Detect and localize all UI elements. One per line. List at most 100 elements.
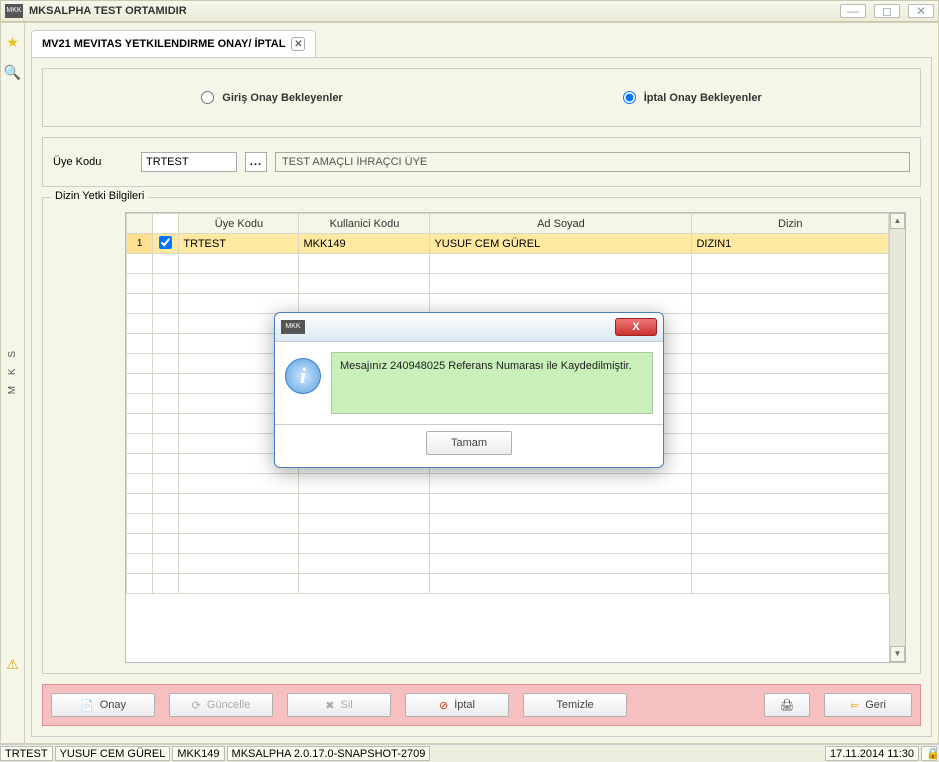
cell-uye	[179, 274, 299, 294]
onay-button[interactable]: 📄 Onay	[51, 693, 155, 717]
window-minimize-button[interactable]: —	[840, 4, 866, 18]
left-sidebar: ★ 🔍 M K S ⚠	[1, 23, 25, 743]
table-row[interactable]	[127, 554, 889, 574]
col-header-kul[interactable]: Kullanici Kodu	[299, 214, 430, 234]
dialog-close-button[interactable]: X	[615, 318, 657, 336]
cell-kul	[299, 474, 430, 494]
radio-giris-onay[interactable]: Giriş Onay Bekleyenler	[201, 91, 342, 104]
cell-diz: DIZIN1	[692, 234, 889, 254]
cell-ad	[430, 514, 692, 534]
scroll-up-button[interactable]: ▲	[890, 213, 905, 229]
table-row[interactable]	[127, 274, 889, 294]
row-checkbox-cell	[153, 474, 179, 494]
tab-close-icon[interactable]: ✕	[291, 37, 305, 51]
row-number	[127, 414, 153, 434]
col-header-check	[153, 214, 179, 234]
row-number	[127, 554, 153, 574]
cell-ad	[430, 254, 692, 274]
geri-button[interactable]: ⇐ Geri	[824, 693, 912, 717]
onay-button-label: Onay	[100, 699, 126, 711]
cell-kul	[299, 254, 430, 274]
row-checkbox[interactable]	[159, 236, 172, 249]
row-checkbox-cell	[153, 494, 179, 514]
print-button[interactable]: 🖨	[764, 693, 810, 717]
row-number	[127, 454, 153, 474]
table-row[interactable]	[127, 254, 889, 274]
tab-mv21[interactable]: MV21 MEVITAS YETKILENDIRME ONAY/ İPTAL ✕	[31, 30, 316, 57]
uye-kodu-label: Üye Kodu	[53, 156, 133, 168]
action-button-bar: 📄 Onay ⟳ Güncelle ✖ Sil ⊘ İptal Temizle	[42, 684, 921, 726]
cell-diz	[692, 434, 889, 454]
cell-diz	[692, 374, 889, 394]
row-number	[127, 374, 153, 394]
table-row[interactable]	[127, 534, 889, 554]
col-header-ad[interactable]: Ad Soyad	[430, 214, 692, 234]
cell-diz	[692, 514, 889, 534]
table-row[interactable]: 1TRTESTMKK149YUSUF CEM GÜRELDIZIN1	[127, 234, 889, 254]
cell-diz	[692, 414, 889, 434]
uye-kodu-lookup-button[interactable]: ...	[245, 152, 267, 172]
app-logo-icon: MKK	[5, 4, 23, 18]
warning-icon[interactable]: ⚠	[4, 655, 22, 673]
status-datetime: 17.11.2014 11:30	[825, 746, 919, 761]
cell-kul	[299, 274, 430, 294]
status-bar: TRTEST YUSUF CEM GÜREL MKK149 MKSALPHA 2…	[0, 744, 939, 762]
uye-desc-field	[275, 152, 910, 172]
row-checkbox-cell	[153, 514, 179, 534]
temizle-button-label: Temizle	[556, 699, 593, 711]
table-row[interactable]	[127, 514, 889, 534]
cell-uye	[179, 294, 299, 314]
dialog-ok-button[interactable]: Tamam	[426, 431, 512, 455]
table-row[interactable]	[127, 494, 889, 514]
row-number	[127, 314, 153, 334]
table-row[interactable]	[127, 574, 889, 594]
row-checkbox-cell	[153, 454, 179, 474]
row-number	[127, 514, 153, 534]
status-uye: TRTEST	[0, 746, 53, 761]
row-checkbox-cell	[153, 574, 179, 594]
temizle-button[interactable]: Temizle	[523, 693, 627, 717]
dialog-logo-icon: MKK	[281, 320, 305, 334]
cell-uye	[179, 574, 299, 594]
star-icon[interactable]: ★	[4, 33, 22, 51]
cell-uye	[179, 474, 299, 494]
radio-giris-input[interactable]	[201, 91, 214, 104]
row-number	[127, 354, 153, 374]
cell-ad	[430, 534, 692, 554]
cell-diz	[692, 354, 889, 374]
radio-iptal-input[interactable]	[623, 91, 636, 104]
scroll-down-button[interactable]: ▼	[890, 646, 905, 662]
table-row[interactable]	[127, 474, 889, 494]
col-header-diz[interactable]: Dizin	[692, 214, 889, 234]
row-checkbox-cell	[153, 534, 179, 554]
lock-icon[interactable]: 🔒	[921, 746, 937, 761]
refresh-icon: ⟳	[192, 699, 201, 712]
row-number	[127, 494, 153, 514]
col-header-uye[interactable]: Üye Kodu	[179, 214, 299, 234]
cell-diz	[692, 334, 889, 354]
window-maximize-button[interactable]: ◻	[874, 4, 900, 18]
onay-type-radio-group: Giriş Onay Bekleyenler İptal Onay Bekley…	[42, 68, 921, 127]
cell-kul	[299, 574, 430, 594]
row-number	[127, 294, 153, 314]
radio-iptal-onay[interactable]: İptal Onay Bekleyenler	[623, 91, 762, 104]
iptal-button[interactable]: ⊘ İptal	[405, 693, 509, 717]
cell-diz	[692, 574, 889, 594]
sil-button[interactable]: ✖ Sil	[287, 693, 391, 717]
row-number	[127, 574, 153, 594]
uye-kodu-row: Üye Kodu ...	[42, 137, 921, 187]
cell-diz	[692, 314, 889, 334]
window-close-button[interactable]: ✕	[908, 4, 934, 18]
cell-uye	[179, 554, 299, 574]
info-icon: i	[285, 358, 321, 394]
search-icon[interactable]: 🔍	[4, 63, 22, 81]
dialog-titlebar[interactable]: MKK X	[275, 313, 663, 341]
info-dialog: MKK X i Mesajınız 240948025 Referans Num…	[274, 312, 664, 468]
grid-vertical-scrollbar[interactable]: ▲ ▼	[889, 213, 905, 662]
row-checkbox-cell[interactable]	[153, 234, 179, 254]
uye-kodu-input[interactable]	[141, 152, 237, 172]
table-row[interactable]	[127, 294, 889, 314]
guncelle-button[interactable]: ⟳ Güncelle	[169, 693, 273, 717]
window-titlebar: MKK MKSALPHA TEST ORTAMIDIR — ◻ ✕	[0, 0, 939, 22]
printer-icon: 🖨	[780, 699, 794, 712]
